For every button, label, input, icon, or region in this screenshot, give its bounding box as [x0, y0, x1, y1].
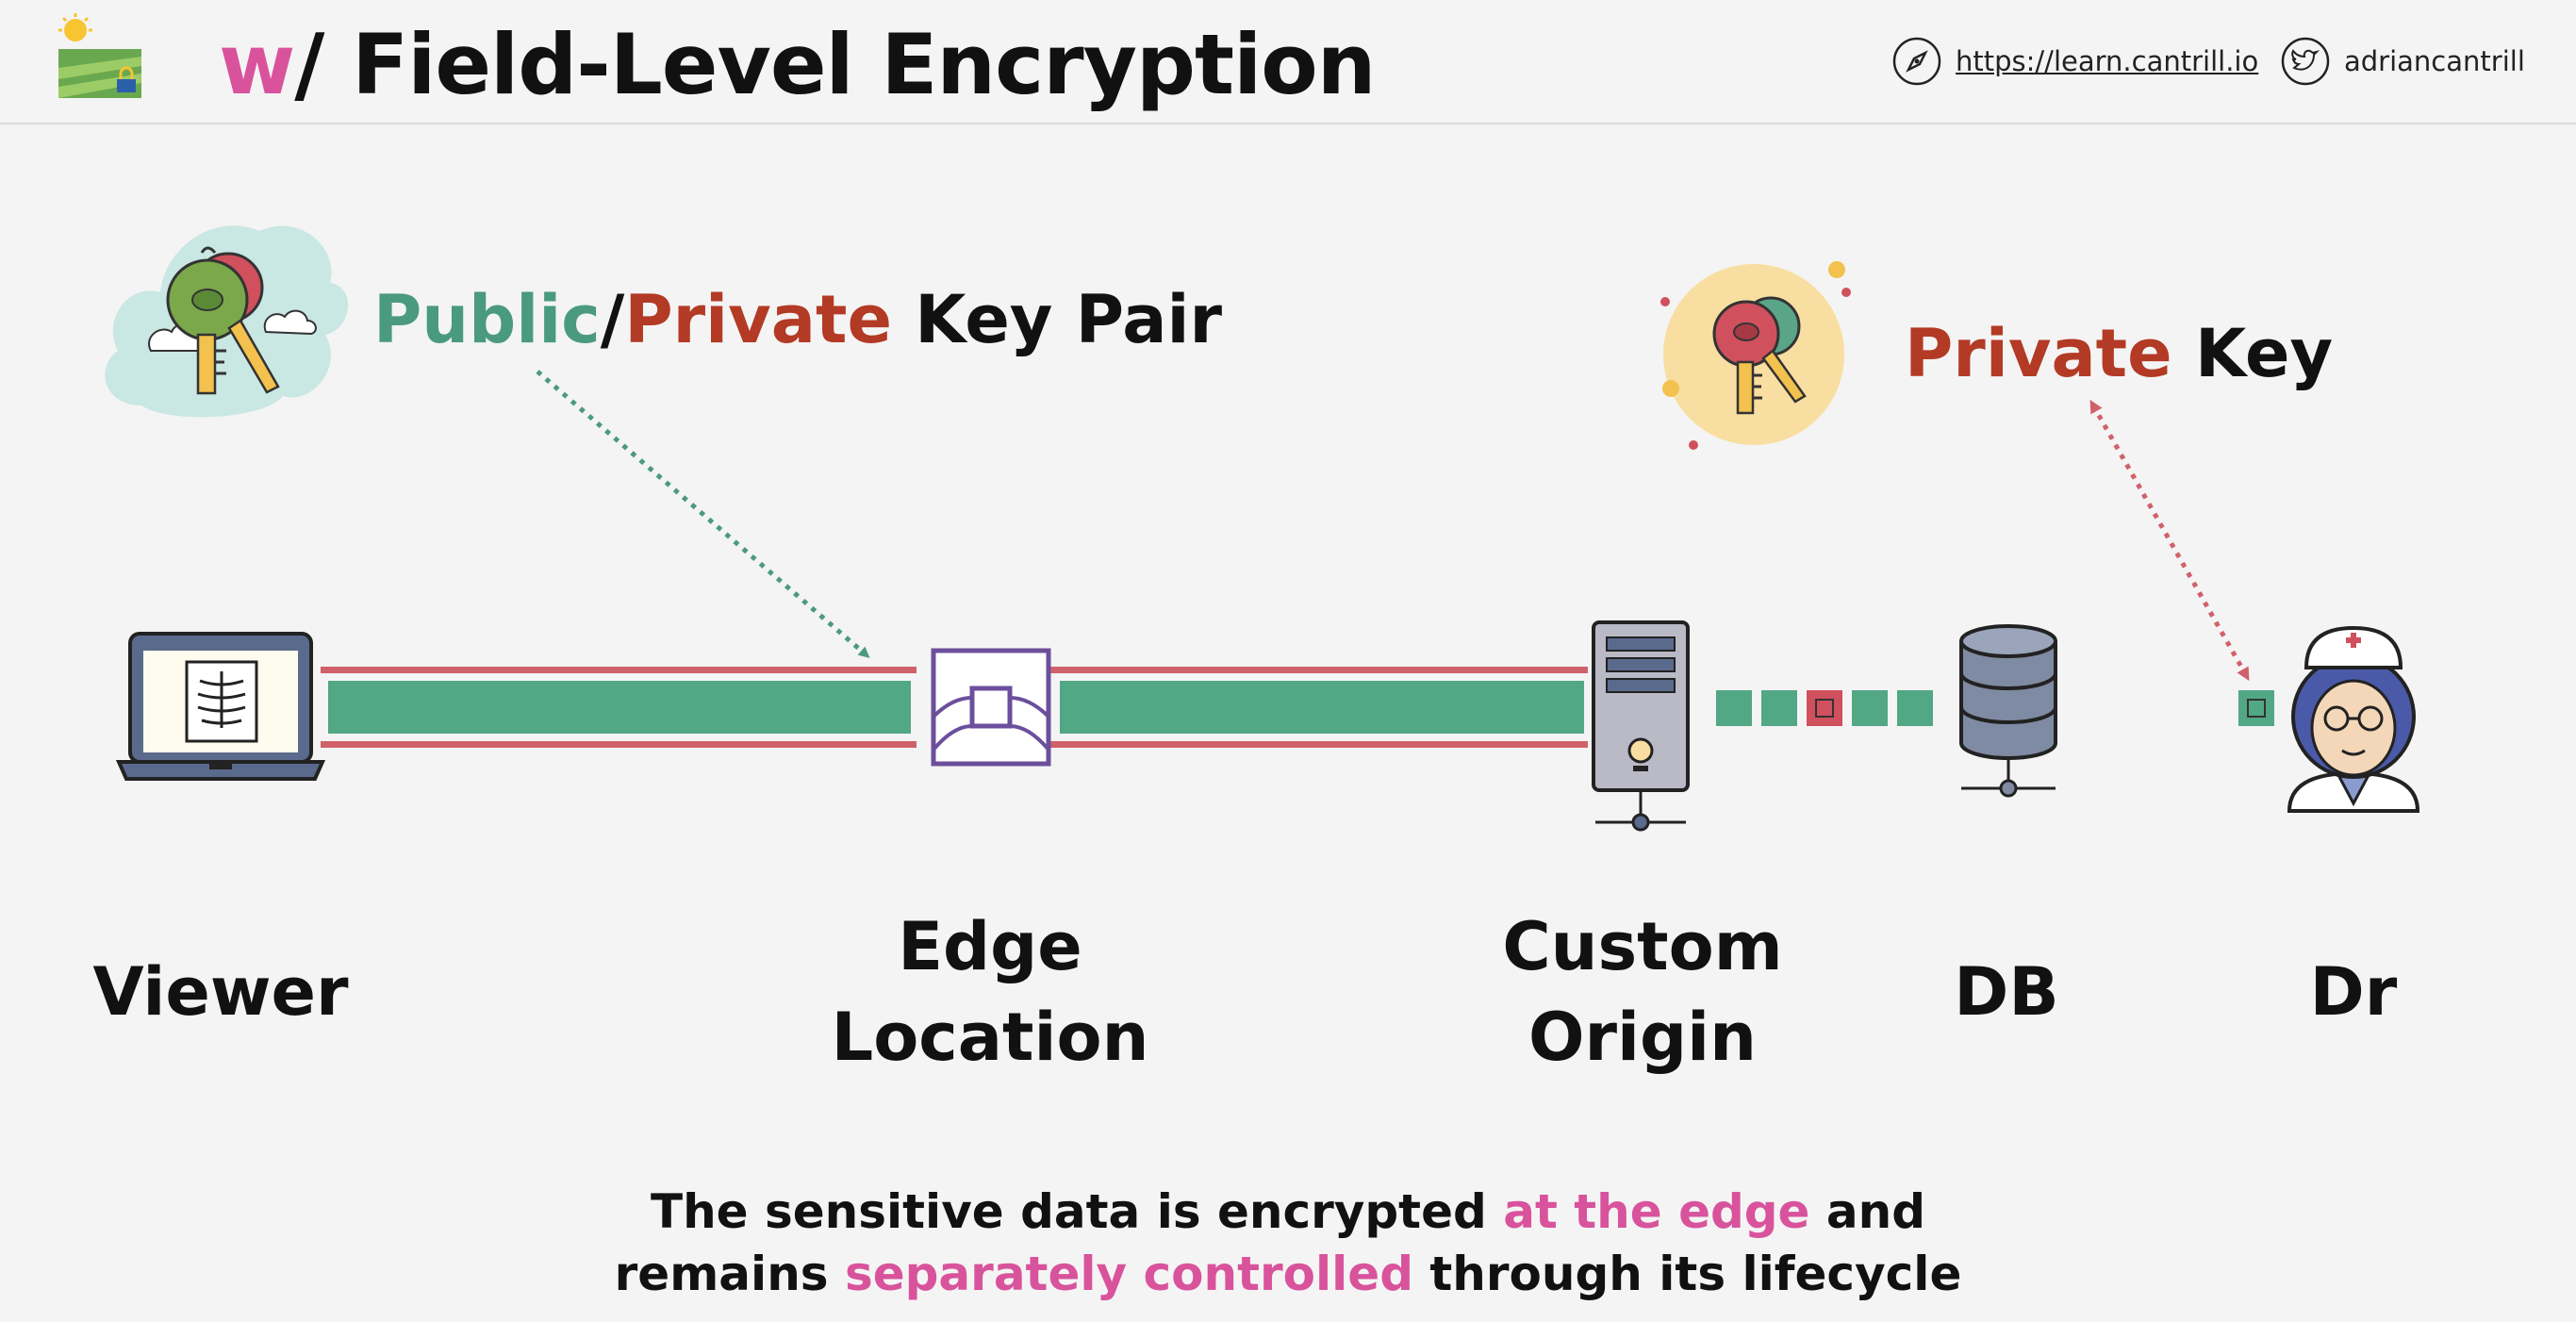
dr-data-block — [2238, 690, 2274, 726]
private-key-key-label: Key — [2171, 315, 2334, 392]
doctor-avatar-icon — [2287, 625, 2420, 813]
edge-origin-tunnel — [1050, 667, 1588, 748]
private-label: Private — [624, 281, 892, 358]
edge-location-label: Edge Location — [831, 908, 1149, 1076]
public-key-arrow — [536, 370, 870, 658]
private-key-heading: Private Key — [1905, 315, 2333, 392]
custom-origin-label: Custom Origin — [1502, 908, 1783, 1076]
caption-line-2: remains separately controlled through it… — [614, 1247, 1962, 1301]
public-label: Public — [373, 281, 601, 358]
private-key-private-label: Private — [1905, 315, 2172, 392]
edge-location-icon — [931, 648, 1051, 767]
diagram-canvas — [105, 225, 2420, 832]
caption-text: The sensitive data is encrypted at the e… — [0, 1181, 2576, 1305]
database-icon — [1959, 624, 2057, 798]
viewer-edge-tunnel — [321, 667, 916, 748]
key-pair-cloud-icon — [105, 225, 349, 418]
key-pair-label: Key Pair — [891, 281, 1222, 358]
private-key-icon — [1660, 261, 1851, 450]
dr-label: Dr — [2309, 953, 2398, 1031]
slash-label: / — [600, 281, 625, 358]
db-label: DB — [1954, 953, 2059, 1031]
laptop-icon — [115, 632, 326, 781]
private-key-arrow — [2089, 399, 2250, 682]
server-icon — [1592, 620, 1690, 832]
origin-db-data-blocks — [1716, 690, 1933, 726]
viewer-label: Viewer — [92, 953, 349, 1031]
caption-line-1: The sensitive data is encrypted at the e… — [650, 1184, 1926, 1239]
key-pair-heading: Public/Private Key Pair — [373, 281, 1222, 358]
